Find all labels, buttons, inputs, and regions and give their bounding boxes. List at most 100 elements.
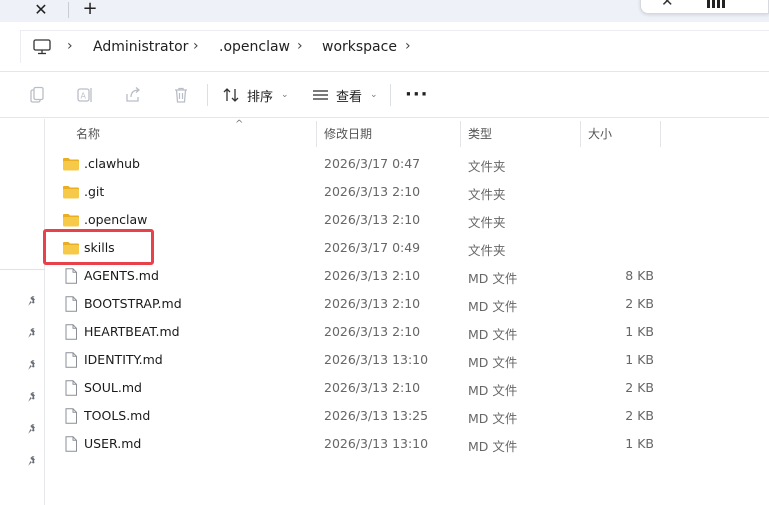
file-type: MD 文件: [468, 271, 518, 286]
table-row[interactable]: .git 2026/3/13 2:10 文件夹: [46, 178, 769, 206]
file-icon: [62, 268, 80, 284]
window-menu-icon[interactable]: [707, 0, 725, 8]
table-row[interactable]: IDENTITY.md 2026/3/13 13:10 MD 文件 1 KB: [46, 346, 769, 374]
table-row[interactable]: BOOTSTRAP.md 2026/3/13 2:10 MD 文件 2 KB: [46, 290, 769, 318]
file-name: BOOTSTRAP.md: [84, 296, 182, 311]
svg-text:A: A: [81, 92, 87, 101]
tab-separator: [68, 2, 69, 18]
file-modified: 2026/3/13 2:10: [324, 296, 421, 311]
file-name: SOUL.md: [84, 380, 142, 395]
file-modified: 2026/3/13 13:25: [324, 408, 429, 423]
file-name: USER.md: [84, 436, 142, 451]
file-type: MD 文件: [468, 355, 518, 370]
view-button[interactable]: 查看 ⌄: [312, 84, 378, 106]
table-row[interactable]: USER.md 2026/3/13 13:10 MD 文件 1 KB: [46, 430, 769, 458]
view-label: 查看: [336, 89, 363, 105]
window-close-icon[interactable]: ✕: [661, 0, 674, 10]
toolbar-separator: [207, 84, 208, 106]
file-type: 文件夹: [468, 243, 506, 258]
column-divider[interactable]: [580, 121, 581, 147]
more-options-button[interactable]: ···: [405, 84, 429, 105]
close-tab-button[interactable]: ✕: [30, 0, 52, 20]
pin-icon[interactable]: [27, 391, 39, 403]
copy-icon[interactable]: [28, 86, 46, 104]
file-modified: 2026/3/17 0:49: [324, 240, 421, 255]
breadcrumb-item-workspace[interactable]: workspace: [322, 39, 397, 55]
file-modified: 2026/3/13 13:10: [324, 352, 429, 367]
column-header-modified[interactable]: 修改日期: [324, 125, 372, 142]
table-row[interactable]: HEARTBEAT.md 2026/3/13 2:10 MD 文件 1 KB: [46, 318, 769, 346]
command-bar: A 排序 ⌄ 查看 ⌄ ···: [0, 72, 769, 118]
column-header-type[interactable]: 类型: [468, 125, 492, 142]
file-size: 8 KB: [625, 268, 654, 283]
folder-icon: [62, 156, 80, 172]
breadcrumb-item-administrator[interactable]: Administrator: [93, 39, 188, 55]
file-type: 文件夹: [468, 215, 506, 230]
file-icon: [62, 436, 80, 452]
file-type: MD 文件: [468, 383, 518, 398]
column-header-row: ^ 名称 修改日期 类型 大小: [46, 119, 769, 147]
table-row[interactable]: SOUL.md 2026/3/13 2:10 MD 文件 2 KB: [46, 374, 769, 402]
file-icon: [62, 380, 80, 396]
file-modified: 2026/3/13 2:10: [324, 212, 421, 227]
share-icon[interactable]: [124, 86, 142, 104]
file-type: 文件夹: [468, 159, 506, 174]
file-list: .clawhub 2026/3/17 0:47 文件夹 .git 2026/3/13 2…: [46, 150, 769, 458]
file-modified: 2026/3/13 2:10: [324, 324, 421, 339]
column-divider[interactable]: [460, 121, 461, 147]
pin-icon[interactable]: [27, 327, 39, 339]
sort-button[interactable]: 排序 ⌄: [223, 84, 289, 106]
computer-icon[interactable]: [33, 39, 51, 55]
breadcrumb-item-openclaw[interactable]: .openclaw: [219, 39, 290, 55]
chevron-right-icon[interactable]: ›: [297, 38, 303, 54]
delete-icon[interactable]: [172, 86, 190, 104]
file-name: .git: [84, 184, 105, 199]
highlight-box: [43, 229, 154, 265]
window-controls: ✕: [640, 0, 769, 14]
pin-icon[interactable]: [27, 455, 39, 467]
address-bar: › Administrator › .openclaw › workspace …: [0, 22, 769, 72]
file-type: MD 文件: [468, 439, 518, 454]
file-icon: [62, 352, 80, 368]
rename-icon[interactable]: A: [76, 86, 94, 104]
file-modified: 2026/3/13 2:10: [324, 380, 421, 395]
navigation-pane: [0, 119, 45, 505]
table-row[interactable]: skills 2026/3/17 0:49 文件夹: [46, 234, 769, 262]
column-divider[interactable]: [316, 121, 317, 147]
table-row[interactable]: AGENTS.md 2026/3/13 2:10 MD 文件 8 KB: [46, 262, 769, 290]
file-type: MD 文件: [468, 411, 518, 426]
chevron-right-icon[interactable]: ›: [67, 38, 73, 54]
sort-label: 排序: [247, 89, 274, 105]
table-row[interactable]: .clawhub 2026/3/17 0:47 文件夹: [46, 150, 769, 178]
file-type: MD 文件: [468, 327, 518, 342]
file-size: 1 KB: [625, 352, 654, 367]
chevron-right-icon[interactable]: ›: [193, 38, 199, 54]
sort-ascending-icon: ^: [235, 119, 244, 130]
pin-icon[interactable]: [27, 359, 39, 371]
nav-divider: [0, 269, 45, 270]
folder-icon: [62, 212, 80, 228]
column-header-size[interactable]: 大小: [588, 125, 612, 142]
file-type: MD 文件: [468, 299, 518, 314]
file-modified: 2026/3/13 2:10: [324, 268, 421, 283]
file-size: 1 KB: [625, 324, 654, 339]
file-size: 2 KB: [625, 380, 654, 395]
file-icon: [62, 408, 80, 424]
file-name: TOOLS.md: [84, 408, 151, 423]
file-name: .openclaw: [84, 212, 148, 227]
tab-strip: ✕ + ✕: [0, 0, 769, 22]
new-tab-button[interactable]: +: [79, 0, 101, 19]
column-divider[interactable]: [660, 121, 661, 147]
toolbar-separator: [390, 84, 391, 106]
table-row[interactable]: .openclaw 2026/3/13 2:10 文件夹: [46, 206, 769, 234]
file-name: HEARTBEAT.md: [84, 324, 180, 339]
chevron-right-icon[interactable]: ›: [405, 38, 411, 54]
table-row[interactable]: TOOLS.md 2026/3/13 13:25 MD 文件 2 KB: [46, 402, 769, 430]
file-modified: 2026/3/17 0:47: [324, 156, 421, 171]
pin-icon[interactable]: [27, 423, 39, 435]
pin-icon[interactable]: [27, 295, 39, 307]
column-header-name[interactable]: 名称: [76, 125, 100, 142]
breadcrumb[interactable]: › Administrator › .openclaw › workspace …: [20, 30, 769, 63]
folder-icon: [62, 184, 80, 200]
view-icon: [313, 90, 328, 100]
